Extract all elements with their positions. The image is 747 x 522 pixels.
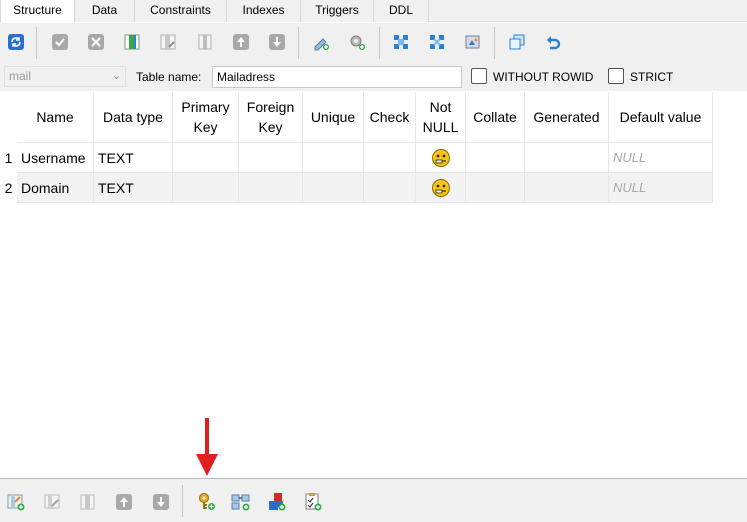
cell-data-type[interactable]: TEXT xyxy=(94,173,173,203)
cell-collate[interactable] xyxy=(466,143,525,173)
row-number: 2 xyxy=(4,180,13,196)
tab-indexes[interactable]: Indexes xyxy=(227,0,301,22)
cell-check[interactable] xyxy=(364,143,416,173)
tab-data[interactable]: Data xyxy=(75,0,135,22)
create-similar-icon[interactable] xyxy=(506,31,528,53)
header-check[interactable]: Check xyxy=(364,92,416,143)
add-check-icon[interactable] xyxy=(426,31,448,53)
edit-table-icon[interactable] xyxy=(42,491,64,513)
without-rowid-label: WITHOUT ROWID xyxy=(493,70,594,84)
toolbar-separator xyxy=(36,27,37,59)
toolbar-separator xyxy=(379,27,380,59)
header-primary-key[interactable]: Primary Key xyxy=(173,92,239,143)
structure-toolbar xyxy=(0,23,747,63)
delete-column-icon[interactable] xyxy=(194,31,216,53)
edit-column-icon[interactable] xyxy=(157,31,179,53)
columns-grid: Name Data type Primary Key Foreign Key Uni… xyxy=(0,92,713,203)
row-number: 1 xyxy=(4,150,13,166)
toolbar-separator xyxy=(182,485,183,517)
bottom-toolbar xyxy=(0,478,747,522)
refresh-icon[interactable] xyxy=(5,31,27,53)
toolbar-separator xyxy=(494,27,495,59)
header-generated[interactable]: Generated xyxy=(525,92,609,143)
cell-collate[interactable] xyxy=(466,173,525,203)
cell-default-value[interactable]: NULL xyxy=(609,173,713,203)
strict-checkbox[interactable] xyxy=(608,68,624,84)
cell-name[interactable]: Username xyxy=(17,143,94,173)
tab-triggers[interactable]: Triggers xyxy=(301,0,374,22)
schema-select[interactable]: mail ⌄ xyxy=(4,66,126,87)
cell-check[interactable] xyxy=(364,173,416,203)
add-table-icon[interactable] xyxy=(5,491,27,513)
header-data-type[interactable]: Data type xyxy=(94,92,173,143)
header-not-null[interactable]: Not NULL xyxy=(416,92,466,143)
table-name-label: Table name: xyxy=(136,70,202,84)
undo-icon[interactable] xyxy=(542,31,564,53)
table-name-row: mail ⌄ Table name: Mailadress WITHOUT RO… xyxy=(0,63,747,91)
tab-constraints[interactable]: Constraints xyxy=(135,0,227,22)
cell-name[interactable]: Domain xyxy=(17,173,94,203)
rollback-icon[interactable] xyxy=(85,31,107,53)
add-unique-icon[interactable] xyxy=(266,491,288,513)
cell-primary-key[interactable] xyxy=(173,173,239,203)
cell-foreign-key[interactable] xyxy=(239,173,303,203)
table-name-input[interactable]: Mailadress xyxy=(212,66,462,88)
cell-generated[interactable] xyxy=(525,173,609,203)
header-collate[interactable]: Collate xyxy=(466,92,525,143)
not-null-icon xyxy=(431,148,450,167)
cell-unique[interactable] xyxy=(303,143,364,173)
schema-select-value: mail xyxy=(9,69,32,83)
add-unique-icon[interactable] xyxy=(390,31,412,53)
cell-generated[interactable] xyxy=(525,143,609,173)
move-up-icon[interactable] xyxy=(113,491,135,513)
add-check-icon[interactable] xyxy=(302,491,324,513)
move-down-icon[interactable] xyxy=(266,31,288,53)
add-column-icon[interactable] xyxy=(121,31,143,53)
header-foreign-key[interactable]: Foreign Key xyxy=(239,92,303,143)
tab-bar: Structure Data Constraints Indexes Trigg… xyxy=(0,0,747,23)
delete-table-icon[interactable] xyxy=(77,491,99,513)
move-down-icon[interactable] xyxy=(150,491,172,513)
strict-label: STRICT xyxy=(630,70,674,84)
commit-icon[interactable] xyxy=(49,31,71,53)
tab-structure[interactable]: Structure xyxy=(0,0,75,23)
chevron-down-icon: ⌄ xyxy=(111,70,121,82)
cell-foreign-key[interactable] xyxy=(239,143,303,173)
cell-not-null[interactable] xyxy=(416,173,466,203)
header-name[interactable]: Name xyxy=(17,92,94,143)
cell-primary-key[interactable] xyxy=(173,143,239,173)
add-foreign-key-icon[interactable] xyxy=(230,491,252,513)
cell-not-null[interactable] xyxy=(416,143,466,173)
add-primary-key-icon[interactable] xyxy=(310,31,332,53)
header-unique[interactable]: Unique xyxy=(303,92,364,143)
header-default-value[interactable]: Default value xyxy=(609,92,713,143)
export-icon[interactable] xyxy=(462,31,484,53)
without-rowid-checkbox[interactable] xyxy=(471,68,487,84)
add-primary-key-icon[interactable] xyxy=(196,491,218,513)
move-up-icon[interactable] xyxy=(230,31,252,53)
cell-default-value[interactable]: NULL xyxy=(609,143,713,173)
not-null-icon xyxy=(431,178,450,197)
annotation-arrow-icon xyxy=(196,418,218,476)
cell-unique[interactable] xyxy=(303,173,364,203)
toolbar-separator xyxy=(298,27,299,59)
add-foreign-key-icon[interactable] xyxy=(346,31,368,53)
cell-data-type[interactable]: TEXT xyxy=(94,143,173,173)
tab-ddl[interactable]: DDL xyxy=(374,0,429,22)
